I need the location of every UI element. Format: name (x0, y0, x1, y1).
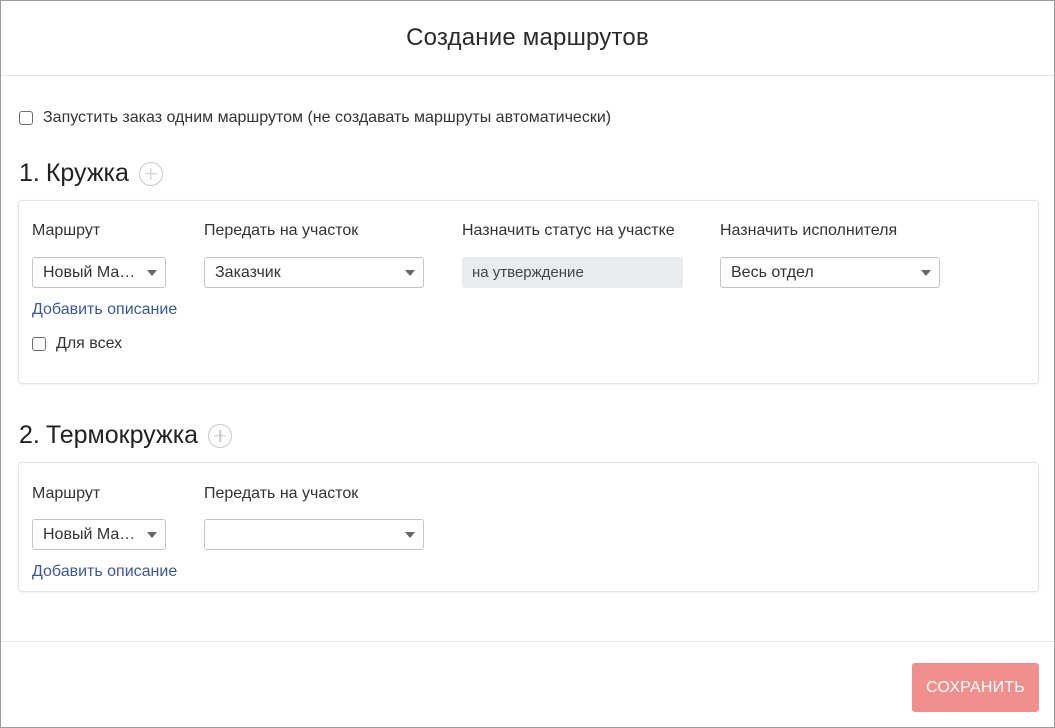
route-card-1: Маршрут Передать на участок Назначить ст… (18, 200, 1039, 384)
section-name: Термокружка (45, 421, 199, 449)
route-label: Маршрут (32, 222, 101, 239)
route-label: Маршрут (32, 485, 101, 502)
route-select[interactable]: Новый Маршрут (32, 257, 166, 288)
single-route-checkbox[interactable] (19, 111, 33, 125)
for-all-label: Для всех (56, 335, 123, 352)
section-title-1: 1. Кружка (19, 159, 163, 188)
status-value: на утверждение (472, 264, 584, 281)
route-select-value: Новый Маршрут (43, 263, 139, 281)
chevron-down-icon (147, 270, 157, 276)
single-route-label: Запустить заказ одним маршрутом (не созд… (43, 109, 612, 126)
chevron-down-icon (405, 532, 415, 538)
status-label: Назначить статус на участке (462, 222, 675, 239)
status-field: на утверждение (462, 257, 683, 288)
route-select-value: Новый Маршрут (43, 525, 139, 543)
transfer-select[interactable] (204, 519, 424, 550)
section-number: 1. (19, 159, 40, 187)
chevron-down-icon (921, 270, 931, 276)
transfer-select-value: Заказчик (215, 263, 281, 281)
executor-select[interactable]: Весь отдел (720, 257, 940, 288)
footer-divider (1, 641, 1054, 642)
add-circle-icon[interactable] (208, 423, 233, 448)
add-description-link[interactable]: Добавить описание (32, 563, 177, 581)
executor-select-value: Весь отдел (731, 263, 814, 281)
route-creation-dialog: Создание маршрутов Запустить заказ одним… (0, 0, 1055, 728)
dialog-title: Создание маршрутов (406, 24, 649, 51)
for-all-checkbox[interactable] (32, 337, 46, 351)
single-route-option[interactable]: Запустить заказ одним маршрутом (не созд… (19, 109, 611, 127)
section-name: Кружка (45, 159, 129, 187)
add-circle-icon[interactable] (138, 161, 163, 186)
route-card-2: Маршрут Передать на участок Новый Маршру… (18, 462, 1039, 592)
chevron-down-icon (405, 270, 415, 276)
save-button[interactable]: СОХРАНИТЬ (912, 663, 1039, 712)
section-number: 2. (19, 421, 40, 449)
chevron-down-icon (147, 532, 157, 538)
transfer-label: Передать на участок (204, 485, 359, 502)
section-title-2: 2. Термокружка (19, 421, 233, 450)
for-all-option[interactable]: Для всех (32, 335, 122, 353)
executor-label: Назначить исполнителя (720, 222, 898, 239)
add-description-link[interactable]: Добавить описание (32, 301, 177, 319)
route-select[interactable]: Новый Маршрут (32, 519, 166, 550)
transfer-select[interactable]: Заказчик (204, 257, 424, 288)
transfer-label: Передать на участок (204, 222, 359, 239)
dialog-header: Создание маршрутов (1, 1, 1054, 76)
